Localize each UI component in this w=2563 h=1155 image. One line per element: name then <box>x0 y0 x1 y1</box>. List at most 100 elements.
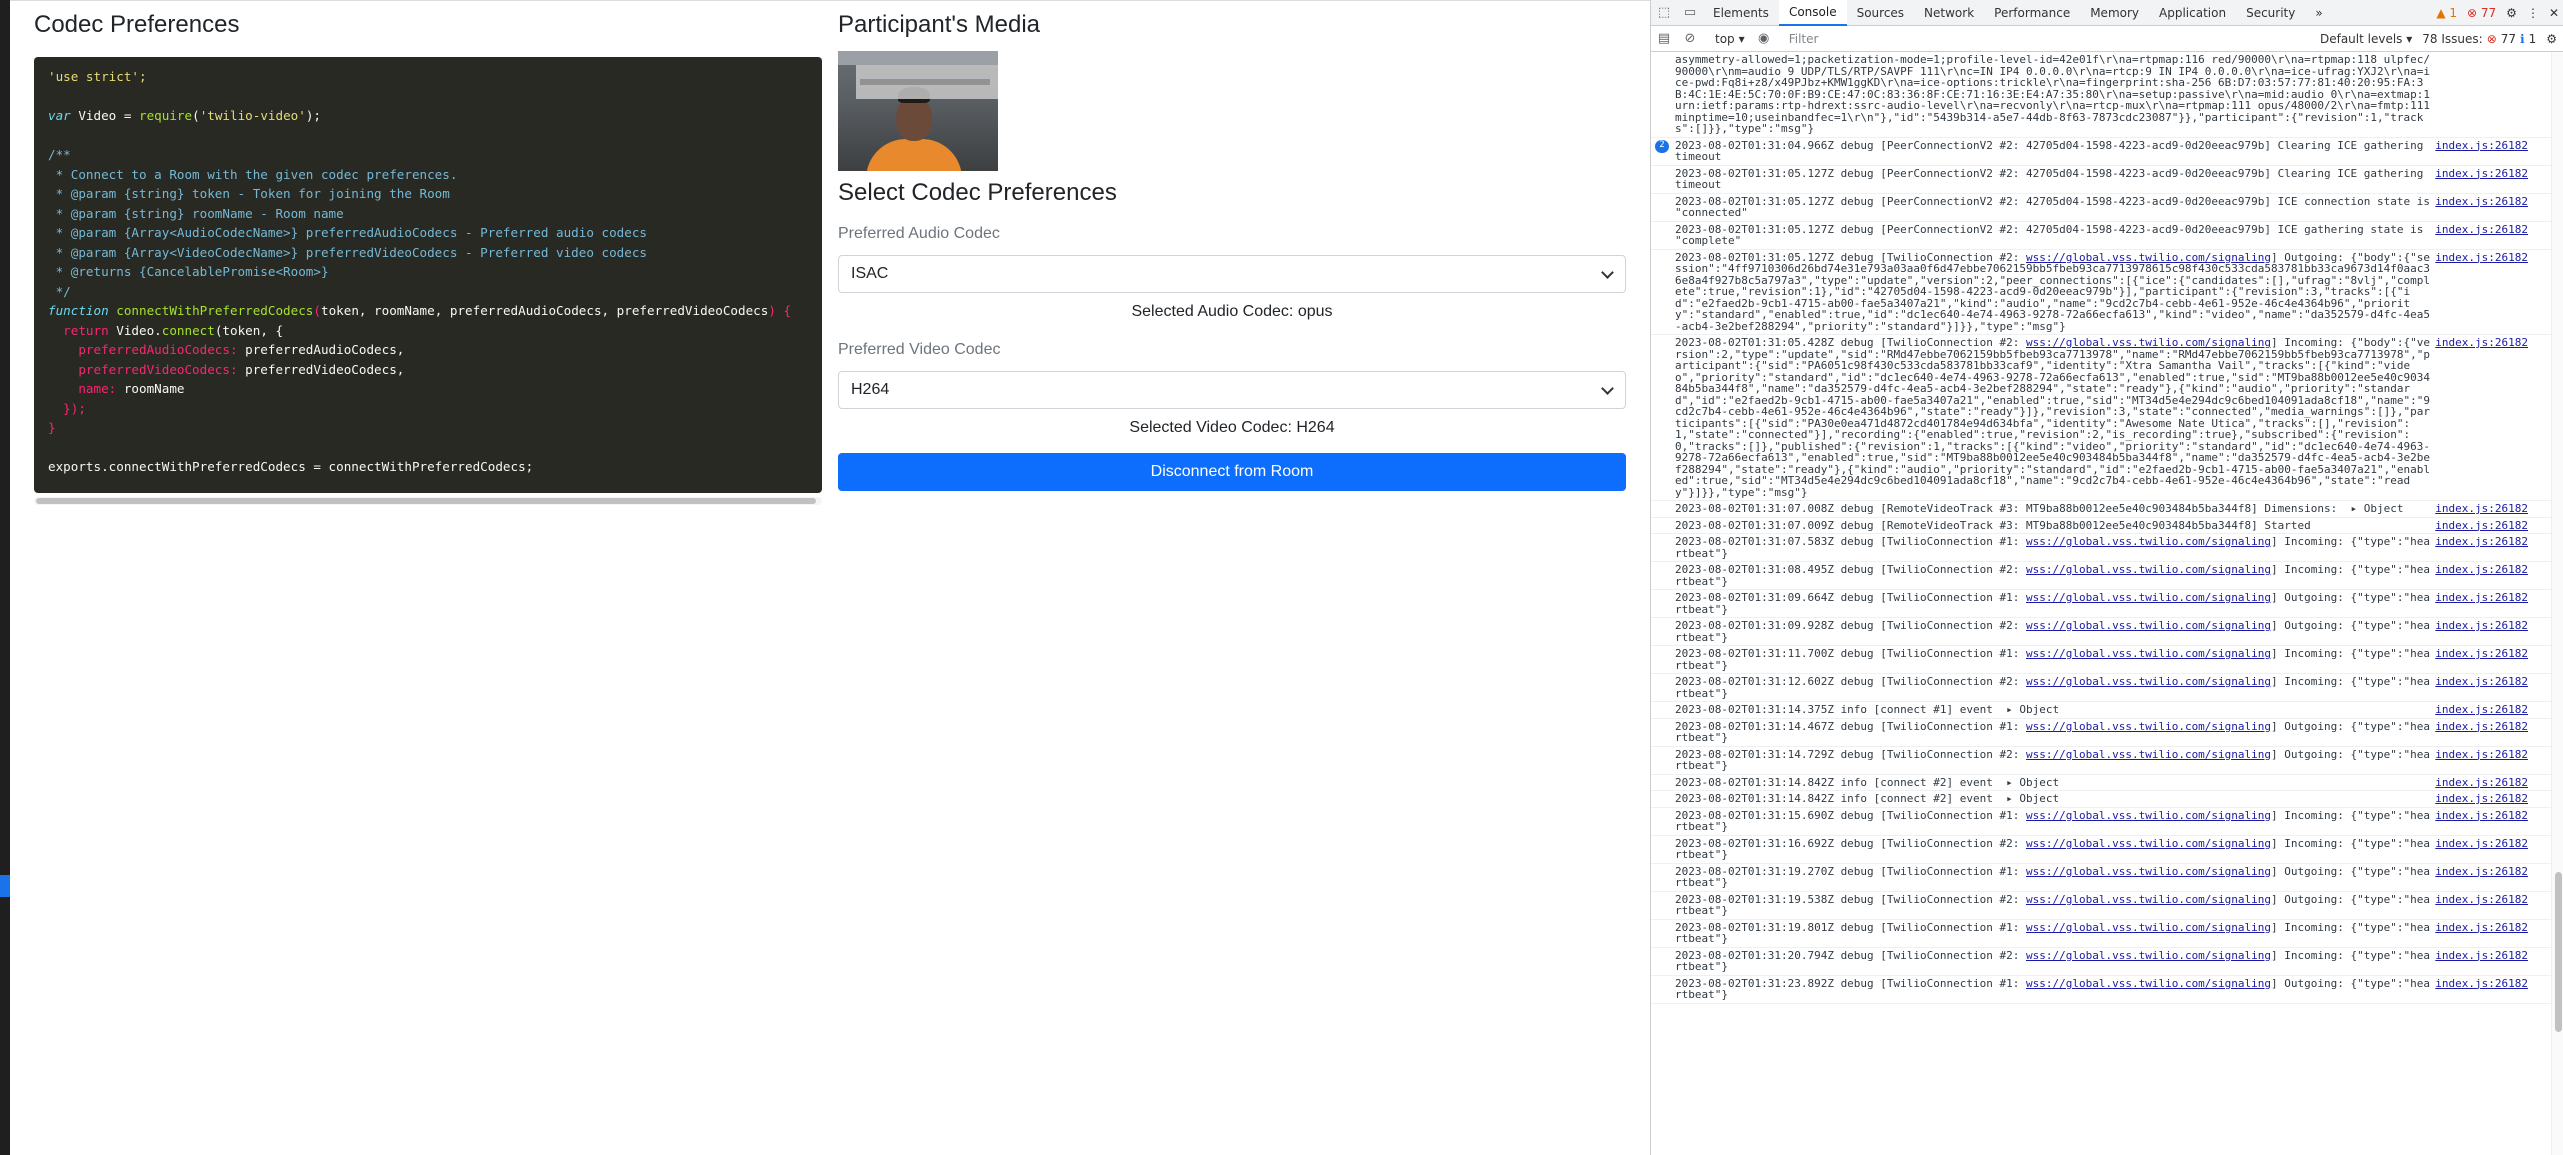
source-link[interactable]: index.js:26182 <box>2435 620 2528 632</box>
audio-codec-select[interactable]: ISAC <box>838 255 1626 293</box>
issues-error-icon: ⊗ <box>2486 32 2497 46</box>
source-link[interactable]: index.js:26182 <box>2435 519 2528 532</box>
console-scroll-thumb[interactable] <box>2555 872 2562 1032</box>
source-link[interactable]: index.js:26182 <box>2435 167 2528 180</box>
code-line: }); <box>48 399 808 419</box>
close-devtools-icon[interactable]: ✕ <box>2549 6 2559 20</box>
code-line: exports.connectWithPreferredCodecs = con… <box>48 457 808 477</box>
issues-info-icon: ℹ <box>2520 32 2525 46</box>
code-line: * @param {Array<VideoCodecName>} preferr… <box>48 243 808 263</box>
console-message: 2023-08-02T01:31:19.538Z debug [TwilioCo… <box>1651 892 2563 920</box>
disconnect-button[interactable]: Disconnect from Room <box>838 453 1626 491</box>
source-link[interactable]: index.js:26182 <box>2435 223 2528 236</box>
signaling-url-link[interactable]: wss://global.vss.twilio.com/signaling <box>2026 809 2271 822</box>
source-link[interactable]: index.js:26182 <box>2435 809 2528 822</box>
codec-section-title: Select Codec Preferences <box>838 179 1117 206</box>
live-expression-eye-icon[interactable]: ◉ <box>1751 26 1777 52</box>
signaling-url-link[interactable]: wss://global.vss.twilio.com/signaling <box>2026 720 2271 733</box>
error-counter[interactable]: ⊗ 77 <box>2467 6 2496 20</box>
inspect-element-icon[interactable]: ⬚ <box>1651 0 1677 26</box>
signaling-url-link[interactable]: wss://global.vss.twilio.com/signaling <box>2026 893 2271 906</box>
code-block: 'use strict'; var Video = require('twilio… <box>34 57 822 493</box>
signaling-url-link[interactable]: wss://global.vss.twilio.com/signaling <box>2026 535 2271 548</box>
message-text: 2023-08-02T01:31:04.966Z debug [PeerConn… <box>1675 138 2430 163</box>
code-token: * @param {string} token - Token for join… <box>48 186 450 201</box>
issues-button[interactable]: 78 Issues: ⊗ 77 ℹ 1 <box>2422 32 2536 46</box>
signaling-url-link[interactable]: wss://global.vss.twilio.com/signaling <box>2026 921 2271 934</box>
code-horizontal-scrollbar[interactable] <box>34 497 822 505</box>
source-link[interactable]: index.js:26182 <box>2435 748 2528 761</box>
issues-info-count: 1 <box>2528 32 2537 46</box>
code-token: preferredAudioCodecs, <box>245 342 405 357</box>
message-text: 2023-08-02T01:31:14.842Z info [connect #… <box>1675 775 2060 789</box>
source-link[interactable]: index.js:26182 <box>2435 648 2528 660</box>
source-link[interactable]: index.js:26182 <box>2435 564 2528 576</box>
signaling-url-link[interactable]: wss://global.vss.twilio.com/signaling <box>2026 837 2271 850</box>
code-token: connectWithPreferredCodecs <box>116 303 314 318</box>
signaling-url-link[interactable]: wss://global.vss.twilio.com/signaling <box>2026 865 2271 878</box>
source-link[interactable]: index.js:26182 <box>2435 195 2528 208</box>
source-link[interactable]: index.js:26182 <box>2435 977 2528 990</box>
console-vertical-scrollbar[interactable] <box>2551 52 2563 1155</box>
chevron-down-icon <box>1601 268 1613 280</box>
video-codec-select[interactable]: H264 <box>838 371 1626 409</box>
devtools-tab-network[interactable]: Network <box>1914 0 1984 26</box>
code-token: 'use strict'; <box>48 69 147 84</box>
console-filter-input[interactable]: Filter <box>1785 29 2225 49</box>
source-link[interactable]: index.js:26182 <box>2435 704 2528 716</box>
message-text: ] Incoming: {"body":{"version":2,"type":… <box>1675 336 2430 499</box>
audio-codec-value: ISAC <box>851 265 889 282</box>
source-link[interactable]: index.js:26182 <box>2435 921 2528 934</box>
devtools-tab-elements[interactable]: Elements <box>1703 0 1779 26</box>
log-levels-select[interactable]: Default levels ▾ <box>2320 32 2412 46</box>
source-link[interactable]: index.js:26182 <box>2435 893 2528 906</box>
device-toolbar-icon[interactable]: ▭ <box>1677 0 1703 26</box>
source-link[interactable]: index.js:26182 <box>2435 592 2528 604</box>
source-link[interactable]: index.js:26182 <box>2435 837 2528 850</box>
source-link[interactable]: index.js:26182 <box>2435 793 2528 805</box>
source-link[interactable]: index.js:26182 <box>2435 676 2528 688</box>
source-link[interactable]: index.js:26182 <box>2435 503 2528 515</box>
devtools-tab-sources[interactable]: Sources <box>1847 0 1914 26</box>
source-link[interactable]: index.js:26182 <box>2435 536 2528 548</box>
source-link[interactable]: index.js:26182 <box>2435 720 2528 733</box>
console-settings-gear-icon[interactable]: ⚙ <box>2546 32 2557 46</box>
source-link[interactable]: index.js:26182 <box>2435 139 2528 152</box>
source-link[interactable]: index.js:26182 <box>2435 337 2528 349</box>
code-token: * @param {string} roomName - Room name <box>48 205 344 221</box>
code-token: return <box>48 322 117 338</box>
kebab-menu-icon[interactable]: ⋮ <box>2527 6 2539 20</box>
code-token: ) { <box>768 303 792 318</box>
signaling-url-link[interactable]: wss://global.vss.twilio.com/signaling <box>2026 647 2271 660</box>
console-message: 2023-08-02T01:31:19.801Z debug [TwilioCo… <box>1651 920 2563 948</box>
code-scrollbar-thumb[interactable] <box>36 498 816 504</box>
devtools-tab-security[interactable]: Security <box>2236 0 2305 26</box>
sidebar-toggle-icon[interactable]: ▤ <box>1651 26 1677 52</box>
signaling-url-link[interactable]: wss://global.vss.twilio.com/signaling <box>2026 748 2271 761</box>
signaling-url-link[interactable]: wss://global.vss.twilio.com/signaling <box>2026 563 2271 576</box>
settings-gear-icon[interactable]: ⚙ <box>2506 6 2517 20</box>
signaling-url-link[interactable]: wss://global.vss.twilio.com/signaling <box>2026 591 2271 604</box>
devtools-tab-memory[interactable]: Memory <box>2080 0 2149 26</box>
signaling-url-link[interactable]: wss://global.vss.twilio.com/signaling <box>2026 619 2271 632</box>
signaling-url-link[interactable]: wss://global.vss.twilio.com/signaling <box>2026 949 2271 962</box>
source-link[interactable]: index.js:26182 <box>2435 949 2528 962</box>
signaling-url-link[interactable]: wss://global.vss.twilio.com/signaling <box>2026 977 2271 990</box>
source-link[interactable]: index.js:26182 <box>2435 865 2528 878</box>
code-token: (token, { <box>214 322 284 338</box>
devtools-tab-console[interactable]: Console <box>1778 0 1847 26</box>
video-shelf <box>838 51 998 65</box>
source-link[interactable]: index.js:26182 <box>2435 251 2528 264</box>
more-tabs-button[interactable]: » <box>2305 0 2332 26</box>
redaction-overlay <box>856 65 998 99</box>
signaling-url-link[interactable]: wss://global.vss.twilio.com/signaling <box>2026 675 2271 688</box>
devtools-tab-application[interactable]: Application <box>2149 0 2236 26</box>
clear-console-icon[interactable]: ⊘ <box>1677 26 1703 52</box>
code-token: /** <box>48 147 71 162</box>
code-token: }); <box>48 400 86 416</box>
context-select[interactable]: top ▾ <box>1709 32 1751 46</box>
warning-counter[interactable]: ▲ 1 <box>2436 6 2457 20</box>
devtools-tab-performance[interactable]: Performance <box>1984 0 2080 26</box>
source-link[interactable]: index.js:26182 <box>2435 776 2528 789</box>
